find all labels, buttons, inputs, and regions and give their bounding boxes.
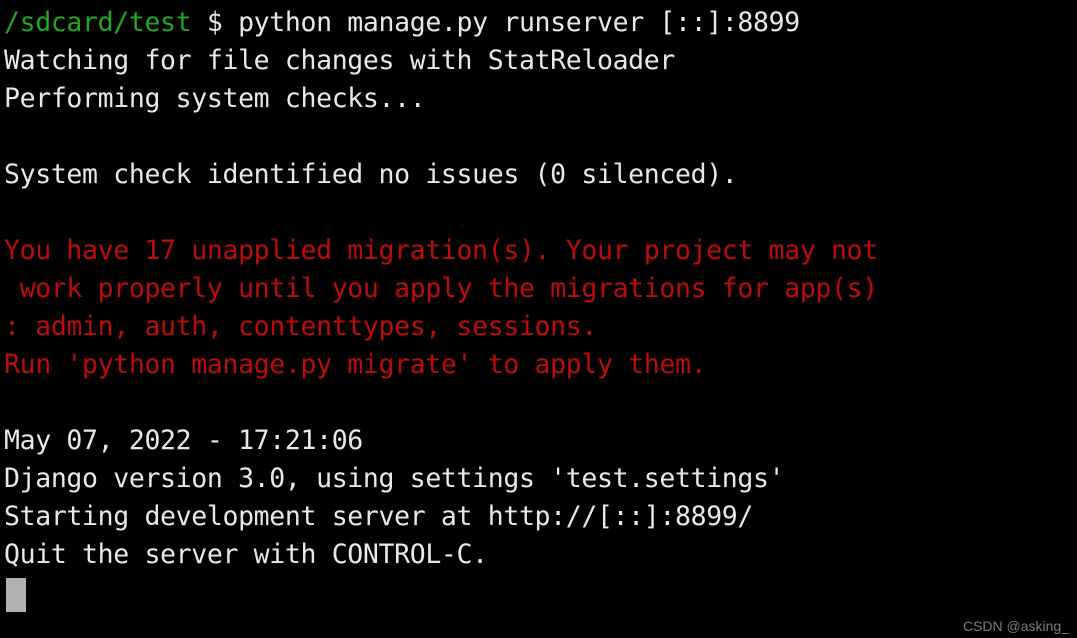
terminal-cursor [6,578,26,612]
terminal-text-segment: : admin, auth, contenttypes, sessions. [4,311,597,342]
terminal-text-segment: $ python manage.py runserver [::]:8899 [191,7,800,38]
terminal-text-segment: Quit the server with CONTROL-C. [4,539,488,570]
terminal-text-segment: Starting development server at http://[:… [4,501,754,532]
watermark-label: CSDN @asking_ [962,618,1069,634]
terminal-line-performing-checks: Performing system checks... [4,80,1077,118]
terminal-text-segment: May 07, 2022 - 17:21:06 [4,425,363,456]
terminal-line-migrations-warning-3: : admin, auth, contenttypes, sessions. [4,308,1077,346]
terminal-line-django-version: Django version 3.0, using settings 'test… [4,460,1077,498]
terminal-line-statreloader: Watching for file changes with StatReloa… [4,42,1077,80]
terminal-line-quit-hint: Quit the server with CONTROL-C. [4,536,1077,574]
terminal-line-system-check-result: System check identified no issues (0 sil… [4,156,1077,194]
terminal-text-segment: You have 17 unapplied migration(s). Your… [4,235,878,266]
terminal-line-server-address: Starting development server at http://[:… [4,498,1077,536]
terminal-line-blank-2 [4,194,1077,232]
terminal-window[interactable]: /sdcard/test $ python manage.py runserve… [0,0,1077,638]
terminal-text-segment: /sdcard/test [4,7,192,38]
terminal-text-segment: Django version 3.0, using settings 'test… [4,463,785,494]
terminal-text-segment: Watching for file changes with StatReloa… [4,45,675,76]
terminal-line-migrations-warning-1: You have 17 unapplied migration(s). Your… [4,232,1077,270]
terminal-line-migrations-warning-2: work properly until you apply the migrat… [4,270,1077,308]
terminal-line-timestamp: May 07, 2022 - 17:21:06 [4,422,1077,460]
terminal-text-segment: Performing system checks... [4,83,426,114]
terminal-line-blank-3 [4,384,1077,422]
terminal-output: /sdcard/test $ python manage.py runserve… [4,4,1077,574]
terminal-line-migrate-hint: Run 'python manage.py migrate' to apply … [4,346,1077,384]
terminal-text-segment: work properly until you apply the migrat… [4,273,879,304]
terminal-text-segment: System check identified no issues (0 sil… [4,159,738,190]
terminal-line-blank-1 [4,118,1077,156]
terminal-text-segment: Run 'python manage.py migrate' to apply … [4,349,707,380]
terminal-line-prompt-command: /sdcard/test $ python manage.py runserve… [4,4,1077,42]
